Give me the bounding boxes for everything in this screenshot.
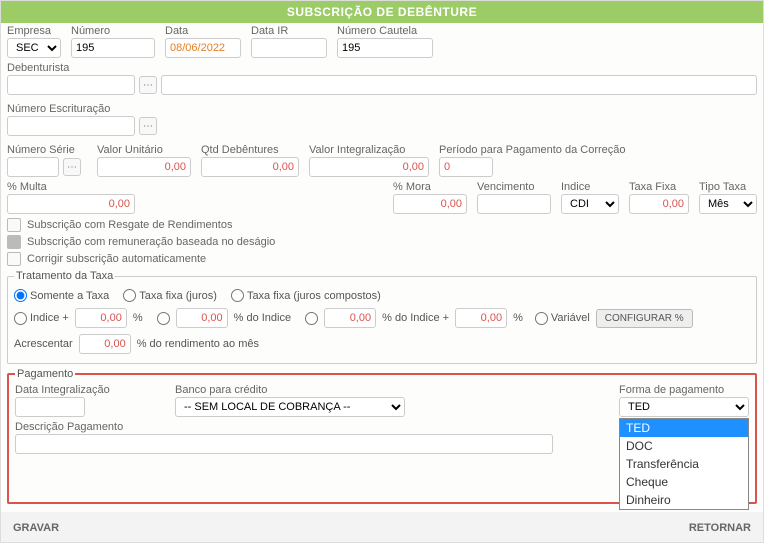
app-window: SUBSCRIÇÃO DE DEBÊNTURE Empresa SEC Núme… [0,0,764,543]
escrituracao-label: Número Escrituração [7,103,757,115]
descricao-input[interactable] [15,434,553,454]
footer: GRAVAR RETORNAR [1,512,763,542]
chk-desagio[interactable] [7,235,21,249]
forma-option-doc[interactable]: DOC [620,437,748,455]
indice-v3-input[interactable] [324,308,376,328]
pagamento-legend: Pagamento [15,368,75,380]
acrescentar-label: Acrescentar [14,338,73,350]
data-integ-label: Data Integralização [15,384,145,396]
radio-somente[interactable] [14,289,27,302]
banco-select[interactable]: -- SEM LOCAL DE COBRANÇA -- [175,397,405,417]
mora-label: % Mora [393,181,467,193]
debenturista-name-input[interactable] [161,75,757,95]
multa-label: % Multa [7,181,135,193]
radio-indice-mais-label: Indice + [30,312,69,324]
forma-dropdown-list: TED DOC Transferência Cheque Dinheiro [619,418,749,510]
num-serie-label: Número Série [7,144,87,156]
numero-label: Número [71,25,155,37]
tratamento-legend: Tratamento da Taxa [14,270,115,282]
form-body: Empresa SEC Número Data Data IR Número C… [1,23,763,512]
radio-v3[interactable] [305,312,318,325]
radio-variavel[interactable] [535,312,548,325]
forma-option-cheque[interactable]: Cheque [620,473,748,491]
indice-label: Indice [561,181,619,193]
valor-integ-label: Valor Integralização [309,144,429,156]
banco-label: Banco para crédito [175,384,405,396]
tipo-taxa-label: Tipo Taxa [699,181,757,193]
pct-2: % [513,312,523,324]
debenturista-label: Debenturista [7,62,757,74]
valor-integ-input[interactable] [309,157,429,177]
page-title: SUBSCRIÇÃO DE DEBÊNTURE [1,1,763,23]
data-ir-label: Data IR [251,25,327,37]
debenturista-code-input[interactable] [7,75,135,95]
tipo-taxa-select[interactable]: Mês [699,194,757,214]
radio-v2[interactable] [157,312,170,325]
radio-taxa-fixa[interactable] [123,289,136,302]
radio-variavel-label: Variável [551,312,590,324]
tratamento-fieldset: Tratamento da Taxa Somente a Taxa Taxa f… [7,270,757,364]
retornar-button[interactable]: RETORNAR [689,522,751,534]
chk-resgate-label: Subscrição com Resgate de Rendimentos [27,219,232,231]
empresa-label: Empresa [7,25,61,37]
escrituracao-input[interactable] [7,116,135,136]
forma-option-transferencia[interactable]: Transferência [620,455,748,473]
valor-unitario-label: Valor Unitário [97,144,191,156]
qtd-input[interactable] [201,157,299,177]
chk-resgate[interactable] [7,218,21,232]
do-indice-label: % do Indice [234,312,291,324]
escrituracao-lookup-button[interactable]: ⋯ [139,117,157,135]
data-input[interactable] [165,38,241,58]
data-integ-input[interactable] [15,397,85,417]
data-label: Data [165,25,241,37]
chk-corrigir[interactable] [7,252,21,266]
do-indice-mais-label: % do Indice + [382,312,449,324]
debenturista-lookup-button[interactable]: ⋯ [139,76,157,94]
chk-desagio-label: Subscrição com remuneração baseada no de… [27,236,275,248]
radio-indice-mais[interactable] [14,312,27,325]
chk-corrigir-label: Corrigir subscrição automaticamente [27,253,206,265]
taxa-fixa-label: Taxa Fixa [629,181,689,193]
numero-input[interactable] [71,38,155,58]
empresa-select[interactable]: SEC [7,38,61,58]
radio-juros-compostos[interactable] [231,289,244,302]
pagamento-fieldset: Pagamento Data Integralização Banco para… [7,368,757,504]
periodo-input[interactable] [439,157,493,177]
configurar-button[interactable]: CONFIGURAR % [596,309,693,328]
numero-cautela-label: Número Cautela [337,25,433,37]
forma-option-ted[interactable]: TED [620,419,748,437]
vencimento-label: Vencimento [477,181,551,193]
qtd-label: Qtd Debêntures [201,144,299,156]
taxa-fixa-input[interactable] [629,194,689,214]
indice-v2-input[interactable] [176,308,228,328]
indice-v4-input[interactable] [455,308,507,328]
num-serie-input[interactable] [7,157,59,177]
gravar-button[interactable]: GRAVAR [13,522,59,534]
rendimento-label: % do rendimento ao mês [137,338,259,350]
mora-input[interactable] [393,194,467,214]
radio-taxa-fixa-label: Taxa fixa (juros) [139,290,217,302]
valor-unitario-input[interactable] [97,157,191,177]
pct-1: % [133,312,143,324]
forma-option-dinheiro[interactable]: Dinheiro [620,491,748,509]
radio-juros-compostos-label: Taxa fixa (juros compostos) [247,290,381,302]
num-serie-lookup-button[interactable]: ⋯ [63,158,81,176]
indice-v1-input[interactable] [75,308,127,328]
vencimento-input[interactable] [477,194,551,214]
multa-input[interactable] [7,194,135,214]
indice-select[interactable]: CDI [561,194,619,214]
periodo-label: Período para Pagamento da Correção [439,144,669,156]
acrescentar-input[interactable] [79,334,131,354]
forma-label: Forma de pagamento [619,384,749,396]
numero-cautela-input[interactable] [337,38,433,58]
data-ir-input[interactable] [251,38,327,58]
forma-select[interactable]: TED [619,397,749,417]
radio-somente-label: Somente a Taxa [30,290,109,302]
